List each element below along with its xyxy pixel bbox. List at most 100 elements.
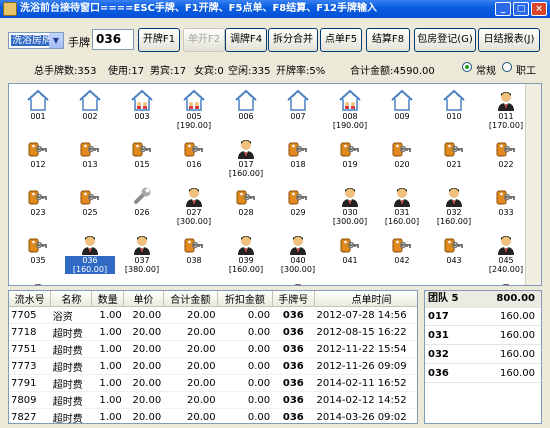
column-header[interactable]: 手牌号	[272, 291, 315, 307]
table-row[interactable]: 7751 超时费 1.00 20.00 20.00 0.00 036 2012-11-22 1…	[9, 340, 417, 358]
card-tile[interactable]: 038	[169, 230, 219, 278]
card-tile[interactable]	[429, 278, 479, 285]
card-tile[interactable]: 041	[325, 230, 375, 278]
group-member-row[interactable]: 017 160.00	[425, 309, 541, 326]
group-member-card: 032	[428, 349, 449, 360]
mode-normal-radio[interactable]	[462, 62, 472, 72]
room-register-button[interactable]: 包房登记(G)	[414, 28, 476, 52]
card-tile[interactable]	[273, 278, 323, 285]
dept-select[interactable]: 洗浴房牌 ▼	[8, 32, 64, 49]
card-tile[interactable]	[377, 278, 427, 285]
card-tile[interactable]: 023	[13, 182, 63, 230]
mode-staff-radio[interactable]	[502, 62, 512, 72]
minimize-button[interactable]: _	[495, 2, 511, 16]
card-tile[interactable]: 027 [300.00]	[169, 182, 219, 230]
column-header[interactable]: 数量	[91, 291, 125, 307]
card-tile[interactable]: 040 [300.00]	[273, 230, 323, 278]
table-row[interactable]: 7809 超时费 1.00 20.00 20.00 0.00 036 2014-02-12 1…	[9, 391, 417, 409]
swap-card-button[interactable]: 调牌F4	[225, 28, 267, 52]
table-cell: 超时费	[50, 374, 92, 392]
checkout-button[interactable]: 结算F8	[366, 28, 410, 52]
card-tile[interactable]: 042	[377, 230, 427, 278]
card-tile[interactable]: 013	[65, 134, 115, 182]
card-tile[interactable]: 012	[13, 134, 63, 182]
house-occupied-icon	[338, 88, 362, 112]
card-tile[interactable]: 018	[273, 134, 323, 182]
table-row[interactable]: 7773 超时费 1.00 20.00 20.00 0.00 036 2012-11-26 0…	[9, 357, 417, 375]
app-icon	[3, 2, 17, 16]
close-button[interactable]: ×	[531, 2, 547, 16]
split-merge-button[interactable]: 拆分合并	[268, 28, 318, 52]
card-tile[interactable]: 002	[65, 86, 115, 134]
card-number-input[interactable]: 036	[92, 29, 134, 50]
daily-report-button[interactable]: 日结报表(J)	[478, 28, 540, 52]
table-row[interactable]: 7827 超时费 1.00 20.00 20.00 0.00 036 2014-03-26 0…	[9, 408, 417, 423]
card-tile[interactable]: 043	[429, 230, 479, 278]
card-tile[interactable]	[325, 278, 375, 285]
card-number: 045	[498, 256, 514, 265]
card-tile[interactable]	[117, 278, 167, 285]
card-tile[interactable]: 006	[221, 86, 271, 134]
group-member-row[interactable]: 032 160.00	[425, 347, 541, 364]
card-tile[interactable]: 020	[377, 134, 427, 182]
card-tile[interactable]: 001	[13, 86, 63, 134]
single-open-button[interactable]: 单开F2	[183, 28, 225, 52]
chevron-down-icon[interactable]: ▼	[49, 33, 63, 48]
card-tile[interactable]: 025	[65, 182, 115, 230]
card-amount: [160.00]	[65, 265, 115, 274]
card-tile[interactable]	[13, 278, 63, 285]
table-cell: 7809	[9, 391, 51, 409]
card-tile[interactable]: 011 [170.00]	[481, 86, 531, 134]
card-tile[interactable]: 032 [160.00]	[429, 182, 479, 230]
table-row[interactable]: 7705 浴资 1.00 20.00 20.00 0.00 036 2012-07-28 14…	[9, 306, 417, 324]
order-button[interactable]: 点单F5	[320, 28, 362, 52]
card-tile[interactable]: 016	[169, 134, 219, 182]
card-tile[interactable]: 036 [160.00]	[65, 230, 115, 278]
card-tile[interactable]: 029	[273, 182, 323, 230]
card-tile[interactable]: 045 [240.00]	[481, 230, 531, 278]
column-header[interactable]: 点单时间	[314, 291, 417, 307]
card-tile[interactable]: 007	[273, 86, 323, 134]
card-tile[interactable]: 010	[429, 86, 479, 134]
column-header[interactable]: 合计金额	[163, 291, 219, 307]
card-tile[interactable]: 028	[221, 182, 271, 230]
group-member-card: 036	[428, 368, 449, 379]
card-tile[interactable]: 021	[429, 134, 479, 182]
person-icon	[494, 232, 518, 256]
card-tile[interactable]: 030 [300.00]	[325, 182, 375, 230]
card-tile[interactable]: 003	[117, 86, 167, 134]
card-tile[interactable]	[169, 278, 219, 285]
card-tile[interactable]: 026	[117, 182, 167, 230]
table-row[interactable]: 7718 超时费 1.00 20.00 20.00 0.00 036 2012-08-15 1…	[9, 323, 417, 341]
card-tile[interactable]: 037 [380.00]	[117, 230, 167, 278]
card-tile[interactable]: 005 [190.00]	[169, 86, 219, 134]
card-tile[interactable]: 035	[13, 230, 63, 278]
card-tile[interactable]: 039 [160.00]	[221, 230, 271, 278]
table-cell: 浴资	[50, 306, 92, 324]
open-card-button[interactable]: 开牌F1	[138, 28, 180, 52]
maximize-button[interactable]: □	[513, 2, 529, 16]
card-tile[interactable]: 015	[117, 134, 167, 182]
card-tile[interactable]: 022	[481, 134, 531, 182]
card-tile[interactable]	[65, 278, 115, 285]
column-header[interactable]: 流水号	[9, 291, 52, 307]
card-tile[interactable]	[481, 278, 531, 285]
column-header[interactable]: 折扣金额	[217, 291, 273, 307]
card-tile[interactable]: 019	[325, 134, 375, 182]
table-row[interactable]: 7791 超时费 1.00 20.00 20.00 0.00 036 2014-02-11 1…	[9, 374, 417, 392]
card-tile[interactable]: 033	[481, 182, 531, 230]
column-header[interactable]: 单价	[123, 291, 164, 307]
table-cell: 2014-02-12 14:52	[314, 391, 417, 409]
group-member-row[interactable]: 031 160.00	[425, 328, 541, 345]
group-header: 团队 5 800.00	[425, 291, 541, 308]
house-icon	[442, 88, 466, 112]
card-tile[interactable]: 009	[377, 86, 427, 134]
card-tile[interactable]: 031 [160.00]	[377, 182, 427, 230]
card-tile[interactable]	[221, 278, 271, 285]
card-tile[interactable]: 017 [160.00]	[221, 134, 271, 182]
group-member-row[interactable]: 036 160.00	[425, 366, 541, 383]
group-member-amount: 160.00	[500, 349, 535, 360]
column-header[interactable]: 名称	[50, 291, 93, 307]
card-tile[interactable]: 008 [190.00]	[325, 86, 375, 134]
grid-scrollbar[interactable]	[525, 84, 541, 285]
